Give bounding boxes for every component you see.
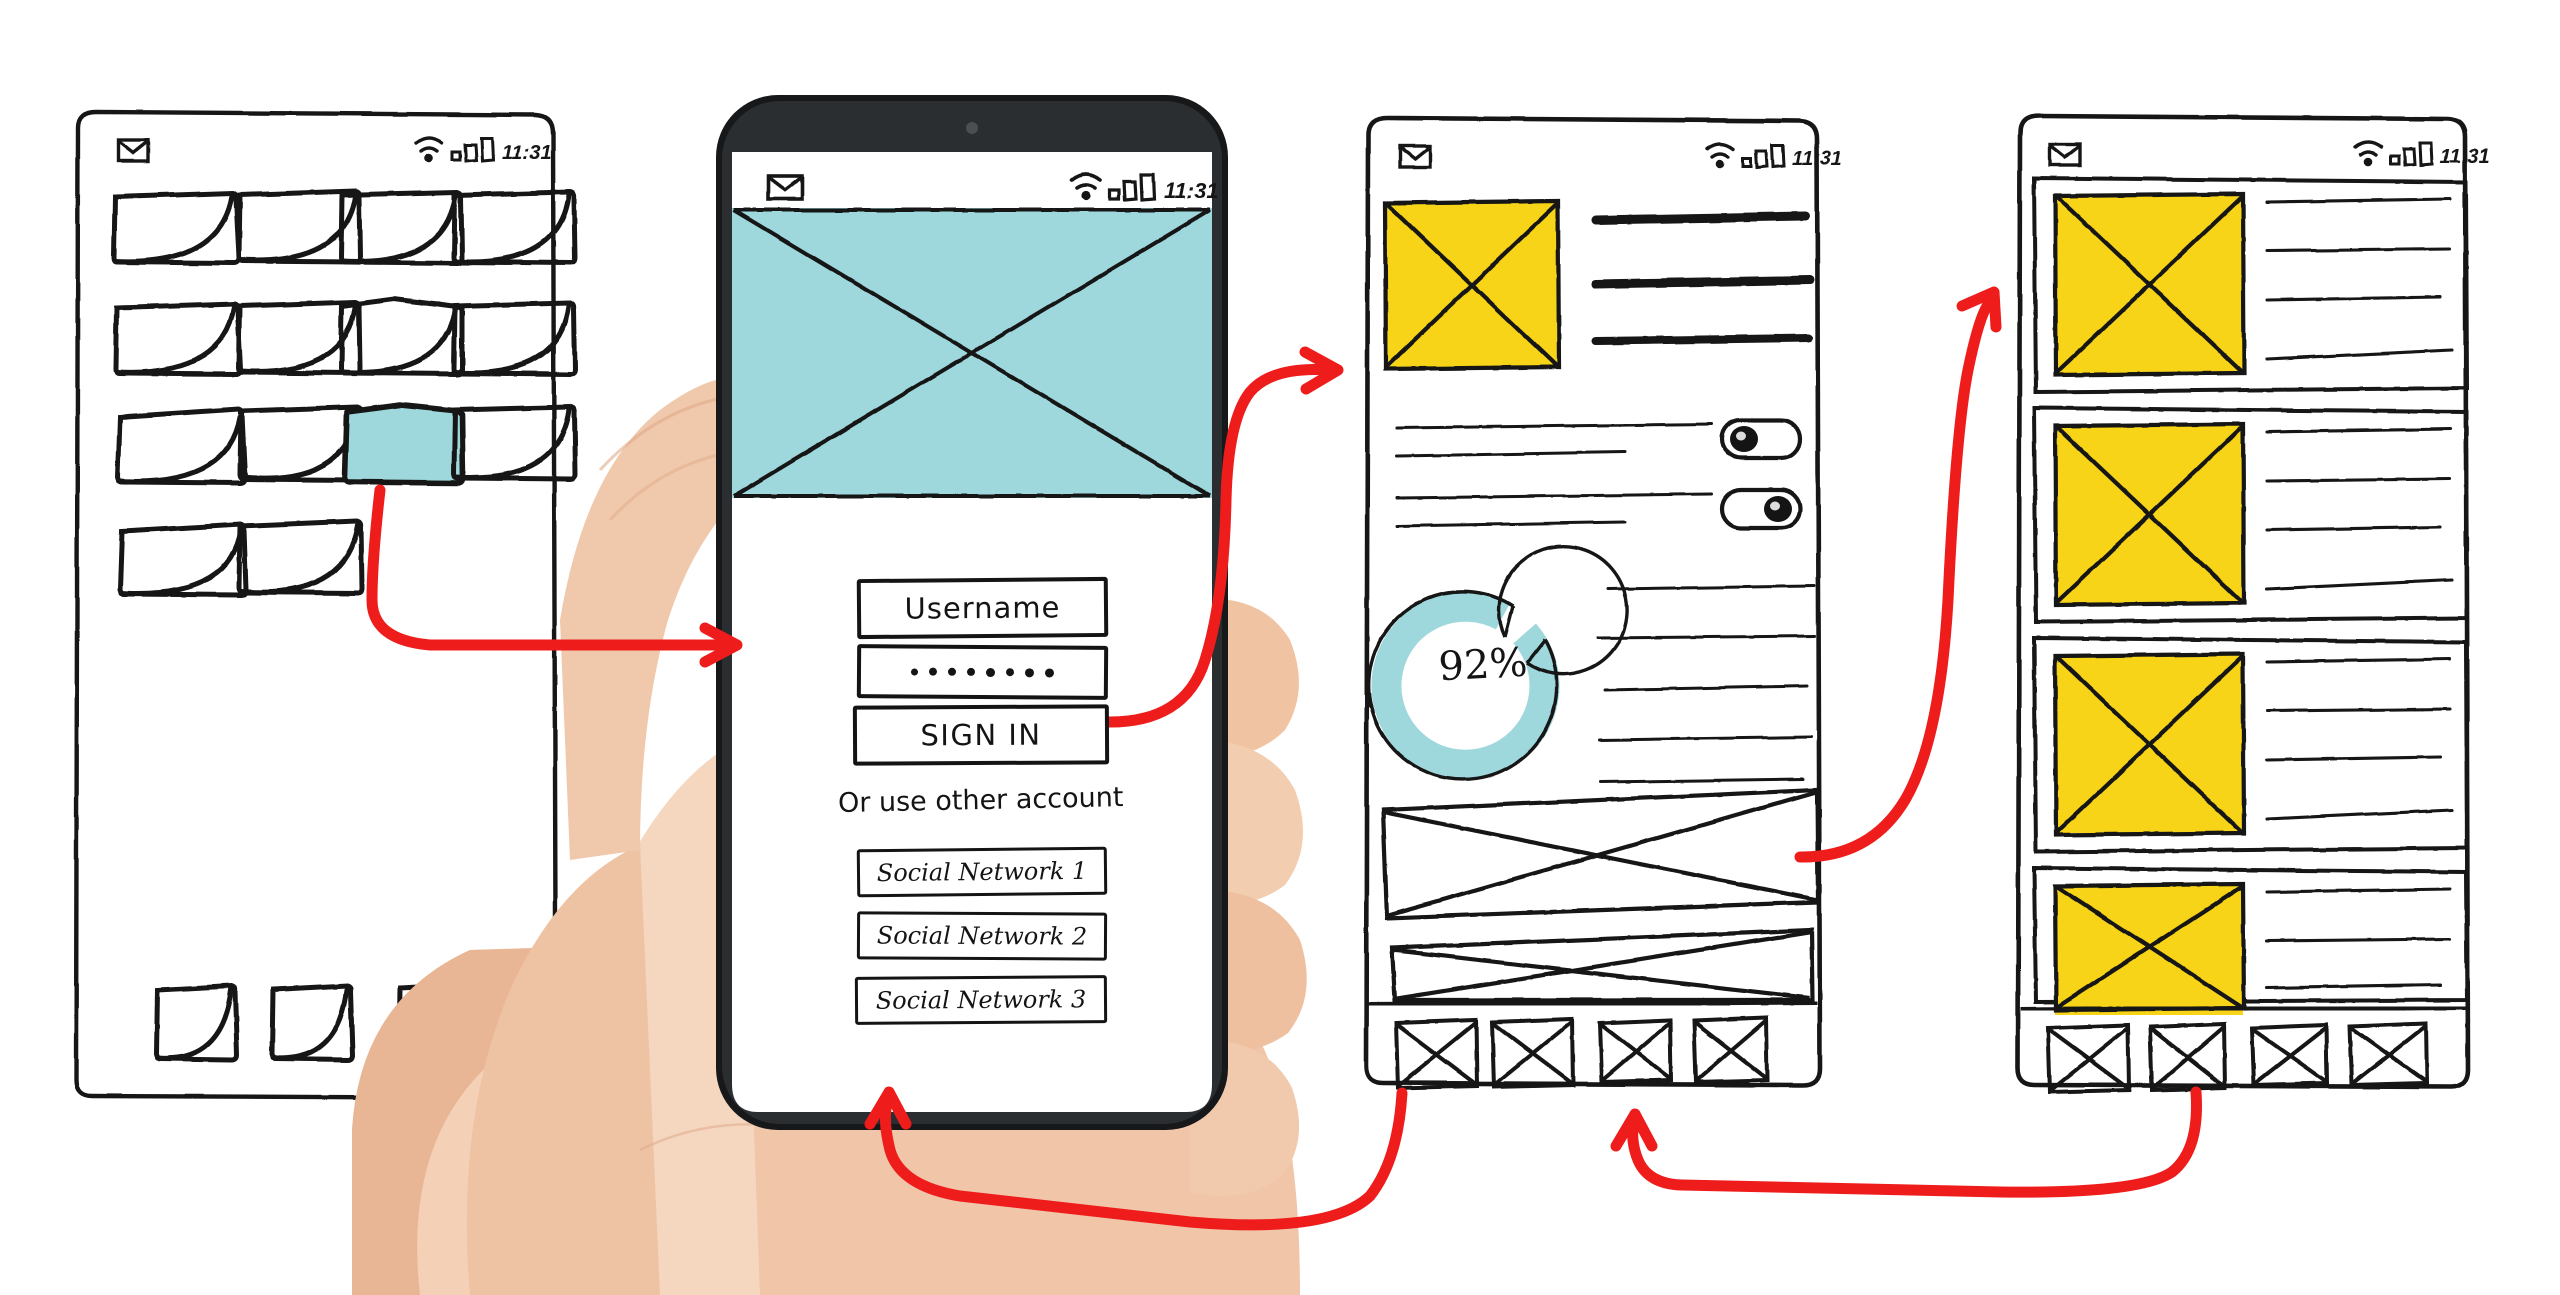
arrow-list-to-detail [1610, 1086, 2202, 1198]
progress-value-label: 92% [1437, 639, 1529, 691]
alt-auth-heading: Or use other account [837, 782, 1124, 820]
status-time-2: 11:31 [1164, 178, 1219, 203]
app-icon-highlighted[interactable] [342, 402, 466, 486]
social-network-3-label: Social Network 3 [875, 985, 1087, 1015]
toggle-switch-off[interactable] [1719, 487, 1803, 531]
sign-in-label: SIGN IN [920, 717, 1042, 753]
social-network-2-label: Social Network 2 [876, 921, 1088, 951]
social-network-1-label: Social Network 1 [876, 856, 1088, 888]
social-network-1-button[interactable]: Social Network 1 [856, 846, 1108, 898]
social-network-3-button[interactable]: Social Network 3 [854, 975, 1108, 1025]
password-field[interactable]: ........ [856, 644, 1109, 700]
detail-thumbnail [1382, 198, 1562, 372]
envelope-icon [2048, 142, 2082, 167]
status-time-1: 11:31 [502, 142, 552, 164]
envelope-icon [1398, 144, 1432, 169]
wireframe-flow-canvas: 11:31 11:31 11:31 11:31 Username SIGN IN… [0, 0, 2560, 1295]
sign-in-button[interactable]: SIGN IN [852, 704, 1110, 766]
screen-list-feed[interactable]: 11:31 [2015, 113, 2490, 1095]
toggle-switch-on[interactable] [1719, 417, 1803, 461]
social-network-2-button[interactable]: Social Network 2 [856, 911, 1108, 961]
arrow-detail-to-list [1794, 286, 2002, 863]
hero-image-placeholder [732, 208, 1212, 498]
status-time-4: 11:31 [2440, 146, 2490, 168]
status-time-3: 11:31 [1792, 148, 1842, 170]
username-field[interactable]: Username [856, 576, 1109, 640]
envelope-icon [766, 174, 804, 201]
envelope-icon [116, 138, 150, 163]
username-value: Username [904, 590, 1061, 626]
sketch-layer: 11:31 11:31 11:31 11:31 [73, 95, 2490, 1295]
screen-detail-dashboard[interactable]: 11:31 [1363, 115, 1842, 1091]
